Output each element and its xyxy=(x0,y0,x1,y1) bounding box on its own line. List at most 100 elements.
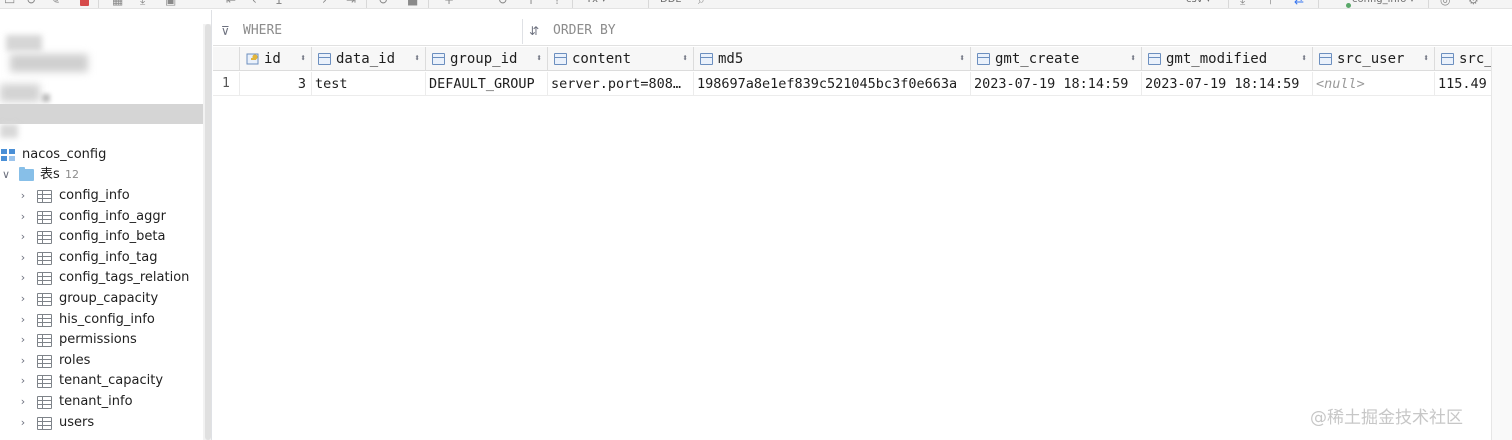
edit-icon[interactable]: ✎ xyxy=(50,0,60,6)
cell-gmt-create[interactable]: 2023-07-19 18:14:59 xyxy=(971,72,1142,96)
reload-icon[interactable]: ↻ xyxy=(378,0,388,6)
sort-toggle-icon[interactable]: ⬍ xyxy=(959,47,965,71)
column-header-src-user[interactable]: src_user ⬍ xyxy=(1313,47,1435,71)
tree-table-his-config-info[interactable]: › his_config_info xyxy=(0,310,200,330)
column-header-src-[interactable]: src_ xyxy=(1435,47,1491,71)
order-by-input[interactable]: ORDER BY xyxy=(553,16,616,46)
first-page-icon[interactable]: ⇤ xyxy=(226,0,236,6)
column-header-content[interactable]: content ⬍ xyxy=(548,47,694,71)
sort-toggle-icon[interactable]: ⬍ xyxy=(300,47,306,71)
tx-mode-dropdown[interactable]: Tx ▾ xyxy=(586,0,606,5)
filter-bar: ⊽ WHERE ⇵ ORDER BY xyxy=(213,16,1512,46)
sort-toggle-icon[interactable]: ⬍ xyxy=(1130,47,1136,71)
sort-toggle-icon[interactable]: ⬍ xyxy=(682,47,688,71)
column-header-gmt-create[interactable]: gmt_create ⬍ xyxy=(971,47,1142,71)
watermark: @稀土掘金技术社区 xyxy=(1310,408,1463,428)
chevron-right-icon[interactable]: › xyxy=(17,227,29,247)
table-icon xyxy=(37,210,52,224)
table-icon xyxy=(37,396,52,409)
chevron-down-icon[interactable]: ∨ xyxy=(0,165,12,185)
image-icon[interactable]: ▣ xyxy=(165,0,176,6)
chevron-right-icon[interactable]: › xyxy=(17,351,29,371)
prev-page-icon[interactable]: ‹ xyxy=(252,0,257,6)
next-page-icon[interactable]: › xyxy=(322,0,327,6)
push-icon[interactable]: ⇡ xyxy=(552,0,562,6)
cell-data-id[interactable]: test xyxy=(312,72,426,96)
transpose-icon[interactable]: ⇄ xyxy=(1294,0,1304,6)
chevron-right-icon[interactable]: › xyxy=(17,371,29,391)
search-icon[interactable]: ⌕ xyxy=(698,0,705,6)
tree-table-config-info-beta[interactable]: › config_info_beta xyxy=(0,227,200,247)
chevron-right-icon[interactable]: › xyxy=(17,268,29,288)
save-icon[interactable]: ▭ xyxy=(4,0,15,6)
sort-toggle-icon[interactable]: ⬍ xyxy=(1423,47,1429,71)
tree-table-permissions[interactable]: › permissions xyxy=(0,330,200,350)
column-header-gmt-modified[interactable]: gmt_modified ⬍ xyxy=(1142,47,1313,71)
table-row[interactable]: 1 3 test DEFAULT_GROUP server.port=808… … xyxy=(213,72,1491,96)
submit-icon[interactable]: ↑ xyxy=(526,0,536,6)
row-number-header xyxy=(213,47,240,71)
grid-scrollbar[interactable] xyxy=(1491,47,1512,440)
refresh-icon[interactable]: ↻ xyxy=(26,0,36,6)
tree-schema-nacos-config[interactable]: nacos_config xyxy=(0,145,200,165)
tree-table-tenant-info[interactable]: › tenant_info xyxy=(0,392,200,412)
tree-table-config-info[interactable]: › config_info xyxy=(0,186,200,206)
ddl-button[interactable]: DDL xyxy=(660,0,681,5)
column-header-id[interactable]: id ⬍ xyxy=(240,47,312,71)
cell-gmt-modified[interactable]: 2023-07-19 18:14:59 xyxy=(1142,72,1313,96)
sort-toggle-icon[interactable]: ⬍ xyxy=(414,47,420,71)
chevron-right-icon[interactable]: › xyxy=(17,248,29,268)
settings-icon[interactable]: ⚙ xyxy=(1468,0,1479,6)
chevron-right-icon[interactable]: › xyxy=(17,413,29,433)
cell-md5[interactable]: 198697a8e1ef839c521045bc3f0e663a xyxy=(694,72,971,96)
database-explorer: nacos_config ∨ 表s 12 › config_info › config… xyxy=(0,10,212,440)
export-icon[interactable]: ⤓ xyxy=(1240,0,1245,6)
chevron-right-icon[interactable]: › xyxy=(17,289,29,309)
page-size-icon[interactable]: 1 xyxy=(275,0,283,6)
sort-toggle-icon[interactable]: ⬍ xyxy=(536,47,542,71)
column-header-md5[interactable]: md5 ⬍ xyxy=(694,47,971,71)
cell-content[interactable]: server.port=808… xyxy=(548,72,694,96)
add-row-icon[interactable]: + xyxy=(444,0,454,6)
table-icon xyxy=(37,272,52,286)
import-icon[interactable]: ⤒ xyxy=(1268,0,1273,6)
tree-table-group-capacity[interactable]: › group_capacity xyxy=(0,289,200,309)
tree-table-config-info-aggr[interactable]: › config_info_aggr xyxy=(0,207,200,227)
chevron-right-icon[interactable]: › xyxy=(17,392,29,412)
chevron-right-icon[interactable]: › xyxy=(17,330,29,350)
table-selector[interactable]: config_info ▾ xyxy=(1352,0,1415,5)
table-icon xyxy=(37,231,52,245)
selected-tree-row[interactable] xyxy=(0,104,211,124)
tree-label: roles xyxy=(59,352,91,368)
chevron-right-icon[interactable]: › xyxy=(17,310,29,330)
column-header-group-id[interactable]: group_id ⬍ xyxy=(426,47,548,71)
tree-table-config-info-tag[interactable]: › config_info_tag xyxy=(0,248,200,268)
download-icon[interactable]: ⤓ xyxy=(140,0,145,6)
tree-table-config-tags-relation[interactable]: › config_tags_relation xyxy=(0,268,200,288)
cell-src-ip[interactable]: 115.49 xyxy=(1435,72,1491,96)
tree-folder-tables[interactable]: ∨ 表s 12 xyxy=(0,165,200,185)
table-count: 12 xyxy=(65,168,79,181)
column-header-data-id[interactable]: data_id ⬍ xyxy=(312,47,426,71)
cell-id[interactable]: 3 xyxy=(240,72,312,96)
sidebar-scrollbar-thumb[interactable] xyxy=(205,24,211,440)
tree-table-tenant-capacity[interactable]: › tenant_capacity xyxy=(0,371,200,391)
view-icon[interactable]: ◎ xyxy=(1440,0,1450,6)
stop-icon[interactable] xyxy=(80,0,89,6)
revert-icon[interactable]: ↺ xyxy=(498,0,508,6)
chevron-right-icon[interactable]: › xyxy=(17,186,29,206)
tree-table-users[interactable]: › users xyxy=(0,413,200,433)
column-icon xyxy=(977,53,990,65)
cell-src-user[interactable]: <null> xyxy=(1313,72,1435,96)
last-page-icon[interactable]: ⇥ xyxy=(346,0,356,6)
tree-label: his_config_info xyxy=(59,311,155,327)
column-icon xyxy=(432,53,445,65)
cancel-icon[interactable]: ■ xyxy=(407,0,418,6)
grid-icon[interactable]: ▦ xyxy=(112,0,123,6)
chevron-right-icon[interactable]: › xyxy=(17,207,29,227)
tree-table-roles[interactable]: › roles xyxy=(0,351,200,371)
where-input[interactable]: WHERE xyxy=(243,16,282,46)
cell-group-id[interactable]: DEFAULT_GROUP xyxy=(426,72,548,96)
sort-toggle-icon[interactable]: ⬍ xyxy=(1301,47,1307,71)
format-dropdown[interactable]: csv ▾ xyxy=(1186,0,1211,5)
